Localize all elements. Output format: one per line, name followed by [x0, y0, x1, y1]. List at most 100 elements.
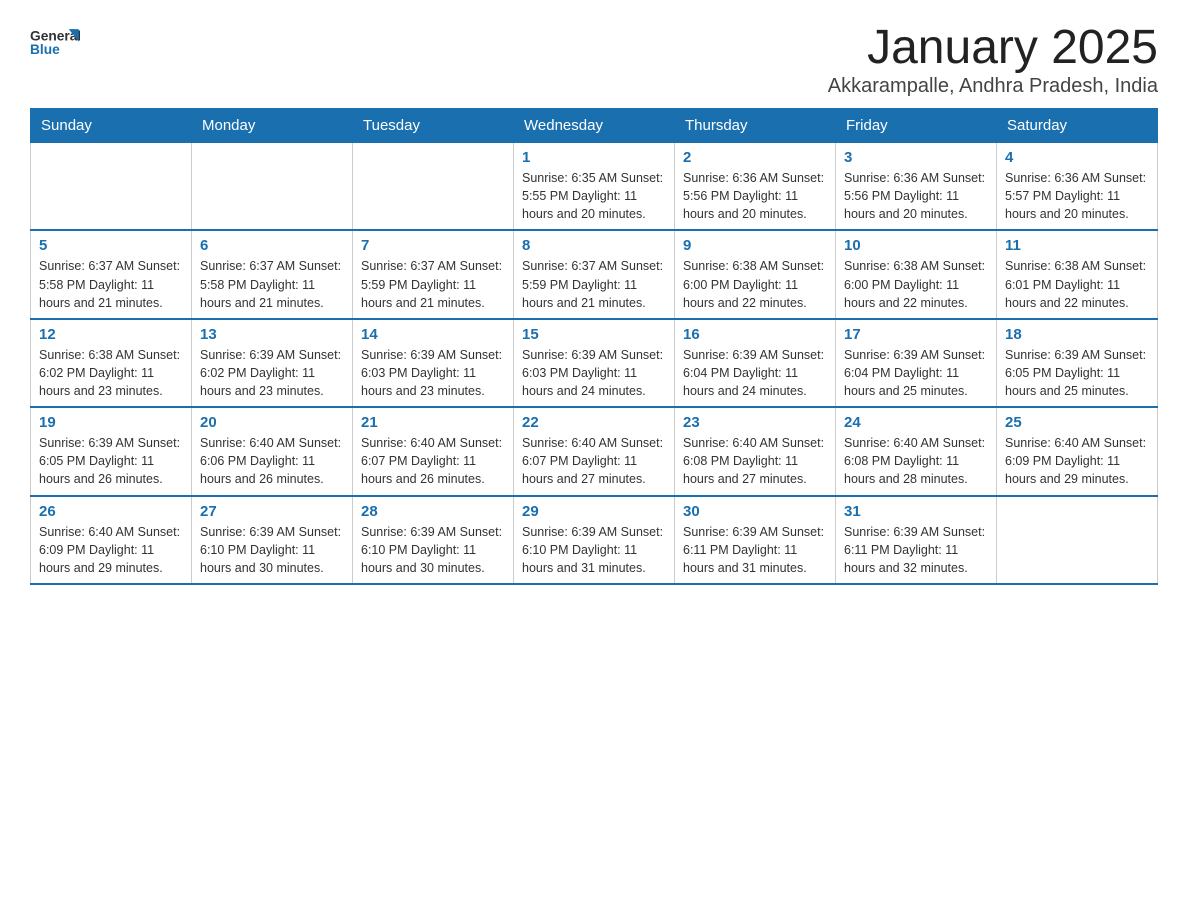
table-row: 9 Sunrise: 6:38 AM Sunset: 6:00 PM Daylig… — [675, 230, 836, 318]
day-info: Sunrise: 6:40 AM Sunset: 6:08 PM Dayligh… — [683, 434, 827, 488]
day-number: 23 — [683, 414, 827, 431]
table-row: 26Sunrise: 6:40 AM Sunset: 6:09 PM Dayli… — [31, 496, 192, 584]
day-number: 6 — [200, 237, 344, 254]
table-row: 29 Sunrise: 6:39 AM Sunset: 6:10 PM Dayli… — [514, 496, 675, 584]
day-info: Sunrise: 6:39 AM Sunset: 6:05 PM Dayligh… — [1005, 346, 1149, 400]
day-info: Sunrise: 6:37 AM Sunset: 5:58 PM Dayligh… — [39, 257, 183, 311]
day-number: 7 — [361, 237, 505, 254]
day-info: Sunrise: 6:38 AM Sunset: 6:00 PM Dayligh… — [844, 257, 988, 311]
table-row: 13Sunrise: 6:39 AM Sunset: 6:02 PM Dayli… — [192, 319, 353, 407]
table-row — [353, 143, 514, 231]
table-row — [997, 496, 1158, 584]
day-info: Sunrise: 6:36 AM Sunset: 5:56 PM Dayligh… — [683, 169, 827, 223]
day-info: Sunrise: 6:39 AM Sunset: 6:03 PM Dayligh… — [361, 346, 505, 400]
day-number: 22 — [522, 414, 666, 431]
day-number: 11 — [1005, 237, 1149, 254]
title-block: January 2025 Akkarampalle, Andhra Prades… — [828, 20, 1158, 98]
table-row: 20 Sunrise: 6:40 AM Sunset: 6:06 PM Dayli… — [192, 407, 353, 495]
day-info: Sunrise: 6:40 AM Sunset: 6:08 PM Dayligh… — [844, 434, 988, 488]
day-info: Sunrise: 6:39 AM Sunset: 6:10 PM Dayligh… — [361, 523, 505, 577]
day-info: Sunrise: 6:36 AM Sunset: 5:57 PM Dayligh… — [1005, 169, 1149, 223]
day-info: Sunrise: 6:36 AM Sunset: 5:56 PM Dayligh… — [844, 169, 988, 223]
day-number: 9 — [683, 237, 827, 254]
calendar-week-row: 19Sunrise: 6:39 AM Sunset: 6:05 PM Dayli… — [31, 407, 1158, 495]
table-row: 31 Sunrise: 6:39 AM Sunset: 6:11 PM Dayli… — [836, 496, 997, 584]
day-number: 12 — [39, 326, 183, 343]
day-info: Sunrise: 6:39 AM Sunset: 6:02 PM Dayligh… — [200, 346, 344, 400]
day-number: 27 — [200, 503, 344, 520]
day-number: 18 — [1005, 326, 1149, 343]
day-number: 30 — [683, 503, 827, 520]
day-number: 10 — [844, 237, 988, 254]
header-friday: Friday — [836, 109, 997, 143]
header-wednesday: Wednesday — [514, 109, 675, 143]
day-info: Sunrise: 6:39 AM Sunset: 6:11 PM Dayligh… — [683, 523, 827, 577]
day-info: Sunrise: 6:39 AM Sunset: 6:10 PM Dayligh… — [200, 523, 344, 577]
table-row: 22Sunrise: 6:40 AM Sunset: 6:07 PM Dayli… — [514, 407, 675, 495]
header-sunday: Sunday — [31, 109, 192, 143]
table-row: 4 Sunrise: 6:36 AM Sunset: 5:57 PM Daylig… — [997, 143, 1158, 231]
table-row: 6 Sunrise: 6:37 AM Sunset: 5:58 PM Daylig… — [192, 230, 353, 318]
table-row: 16Sunrise: 6:39 AM Sunset: 6:04 PM Dayli… — [675, 319, 836, 407]
day-info: Sunrise: 6:37 AM Sunset: 5:58 PM Dayligh… — [200, 257, 344, 311]
day-number: 3 — [844, 149, 988, 166]
day-number: 31 — [844, 503, 988, 520]
day-number: 21 — [361, 414, 505, 431]
day-info: Sunrise: 6:40 AM Sunset: 6:06 PM Dayligh… — [200, 434, 344, 488]
header-thursday: Thursday — [675, 109, 836, 143]
calendar-week-row: 5 Sunrise: 6:37 AM Sunset: 5:58 PM Daylig… — [31, 230, 1158, 318]
day-number: 8 — [522, 237, 666, 254]
table-row: 11 Sunrise: 6:38 AM Sunset: 6:01 PM Dayli… — [997, 230, 1158, 318]
day-info: Sunrise: 6:39 AM Sunset: 6:04 PM Dayligh… — [844, 346, 988, 400]
table-row: 24 Sunrise: 6:40 AM Sunset: 6:08 PM Dayli… — [836, 407, 997, 495]
day-info: Sunrise: 6:40 AM Sunset: 6:09 PM Dayligh… — [1005, 434, 1149, 488]
day-info: Sunrise: 6:38 AM Sunset: 6:02 PM Dayligh… — [39, 346, 183, 400]
day-number: 4 — [1005, 149, 1149, 166]
table-row: 25Sunrise: 6:40 AM Sunset: 6:09 PM Dayli… — [997, 407, 1158, 495]
weekday-header-row: Sunday Monday Tuesday Wednesday Thursday… — [31, 109, 1158, 143]
day-number: 28 — [361, 503, 505, 520]
day-number: 1 — [522, 149, 666, 166]
day-info: Sunrise: 6:38 AM Sunset: 6:01 PM Dayligh… — [1005, 257, 1149, 311]
table-row: 28 Sunrise: 6:39 AM Sunset: 6:10 PM Dayli… — [353, 496, 514, 584]
logo: General Blue — [30, 20, 80, 60]
header-saturday: Saturday — [997, 109, 1158, 143]
day-info: Sunrise: 6:39 AM Sunset: 6:11 PM Dayligh… — [844, 523, 988, 577]
day-info: Sunrise: 6:38 AM Sunset: 6:00 PM Dayligh… — [683, 257, 827, 311]
header-monday: Monday — [192, 109, 353, 143]
day-info: Sunrise: 6:40 AM Sunset: 6:09 PM Dayligh… — [39, 523, 183, 577]
logo-svg: General Blue — [30, 20, 80, 60]
table-row: 5 Sunrise: 6:37 AM Sunset: 5:58 PM Daylig… — [31, 230, 192, 318]
day-info: Sunrise: 6:40 AM Sunset: 6:07 PM Dayligh… — [361, 434, 505, 488]
day-number: 24 — [844, 414, 988, 431]
table-row: 14 Sunrise: 6:39 AM Sunset: 6:03 PM Dayli… — [353, 319, 514, 407]
svg-text:Blue: Blue — [30, 42, 60, 57]
day-info: Sunrise: 6:39 AM Sunset: 6:10 PM Dayligh… — [522, 523, 666, 577]
day-info: Sunrise: 6:35 AM Sunset: 5:55 PM Dayligh… — [522, 169, 666, 223]
table-row: 18 Sunrise: 6:39 AM Sunset: 6:05 PM Dayli… — [997, 319, 1158, 407]
day-info: Sunrise: 6:39 AM Sunset: 6:04 PM Dayligh… — [683, 346, 827, 400]
day-info: Sunrise: 6:39 AM Sunset: 6:05 PM Dayligh… — [39, 434, 183, 488]
table-row: 17 Sunrise: 6:39 AM Sunset: 6:04 PM Dayli… — [836, 319, 997, 407]
table-row: 15Sunrise: 6:39 AM Sunset: 6:03 PM Dayli… — [514, 319, 675, 407]
day-info: Sunrise: 6:37 AM Sunset: 5:59 PM Dayligh… — [361, 257, 505, 311]
calendar-subtitle: Akkarampalle, Andhra Pradesh, India — [828, 75, 1158, 98]
table-row: 30 Sunrise: 6:39 AM Sunset: 6:11 PM Dayli… — [675, 496, 836, 584]
table-row: 2Sunrise: 6:36 AM Sunset: 5:56 PM Daylig… — [675, 143, 836, 231]
calendar-table: Sunday Monday Tuesday Wednesday Thursday… — [30, 108, 1158, 585]
table-row: 10 Sunrise: 6:38 AM Sunset: 6:00 PM Dayli… — [836, 230, 997, 318]
day-number: 20 — [200, 414, 344, 431]
day-number: 5 — [39, 237, 183, 254]
page-header: General Blue January 2025 Akkarampalle, … — [30, 20, 1158, 98]
day-info: Sunrise: 6:37 AM Sunset: 5:59 PM Dayligh… — [522, 257, 666, 311]
header-tuesday: Tuesday — [353, 109, 514, 143]
calendar-week-row: 1 Sunrise: 6:35 AM Sunset: 5:55 PM Daylig… — [31, 143, 1158, 231]
day-number: 29 — [522, 503, 666, 520]
calendar-week-row: 12 Sunrise: 6:38 AM Sunset: 6:02 PM Dayli… — [31, 319, 1158, 407]
table-row: 7 Sunrise: 6:37 AM Sunset: 5:59 PM Daylig… — [353, 230, 514, 318]
table-row: 19Sunrise: 6:39 AM Sunset: 6:05 PM Dayli… — [31, 407, 192, 495]
day-number: 14 — [361, 326, 505, 343]
table-row — [31, 143, 192, 231]
day-number: 17 — [844, 326, 988, 343]
table-row: 1 Sunrise: 6:35 AM Sunset: 5:55 PM Daylig… — [514, 143, 675, 231]
